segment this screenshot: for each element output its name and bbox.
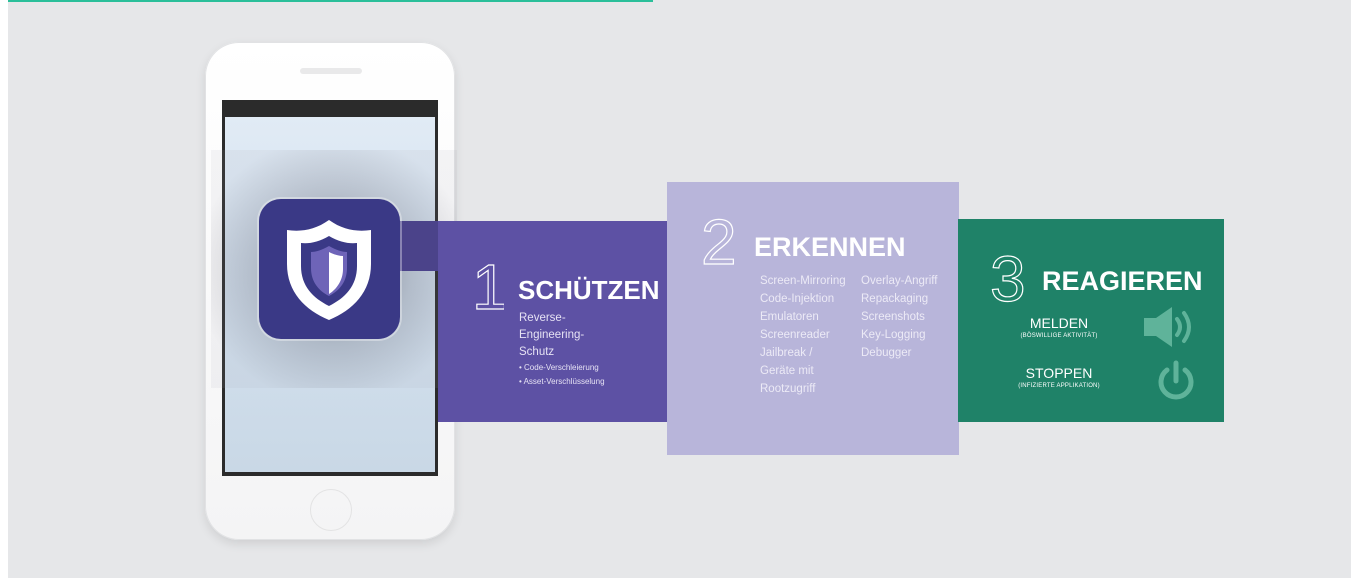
stop-sublabel: (INFIZIERTE APPLIKATION) bbox=[1018, 383, 1100, 389]
react-panel: 3 REAGIEREN MELDEN (BÖSWILLIGE AKTIVITÄT… bbox=[958, 219, 1224, 422]
detect-panel: 2 ERKENNEN Screen-Mirroring Code-Injekti… bbox=[667, 182, 959, 455]
protect-bullet: • Asset-Verschlüsselung bbox=[519, 377, 605, 386]
detect-item: Jailbreak / bbox=[760, 347, 813, 359]
protect-details: Reverse- Engineering- Schutz • Code-Vers… bbox=[519, 310, 634, 389]
report-action: MELDEN (BÖSWILLIGE AKTIVITÄT) bbox=[984, 315, 1134, 339]
power-icon bbox=[1158, 360, 1194, 400]
report-label: MELDEN bbox=[1029, 315, 1089, 331]
stop-label: STOPPEN bbox=[1025, 365, 1093, 381]
detect-item: Repackaging bbox=[861, 293, 929, 305]
phone-home-button bbox=[310, 489, 352, 531]
step-number-3: 3 bbox=[989, 245, 1026, 307]
protect-panel: 1 SCHÜTZEN Reverse- Engineering- Schutz … bbox=[438, 221, 670, 422]
app-icon bbox=[259, 199, 400, 339]
detect-item: Debugger bbox=[861, 347, 912, 359]
detect-list-left: Screen-Mirroring Code-Injektion Emulator… bbox=[760, 272, 860, 398]
detect-item: Screenshots bbox=[861, 311, 925, 323]
shield-icon bbox=[287, 220, 371, 320]
top-accent-line bbox=[8, 0, 653, 2]
detect-item: Screenreader bbox=[760, 329, 830, 341]
speaker-icon bbox=[1144, 307, 1191, 347]
report-sublabel: (BÖSWILLIGE AKTIVITÄT) bbox=[1020, 333, 1098, 339]
detect-list-right: Overlay-Angriff Repackaging Screenshots … bbox=[861, 272, 961, 362]
step-number-2: 2 bbox=[700, 208, 737, 270]
protect-line: Reverse- bbox=[519, 312, 566, 324]
stop-action: STOPPEN (INFIZIERTE APPLIKATION) bbox=[984, 365, 1134, 389]
detect-title: ERKENNEN bbox=[754, 232, 906, 262]
protect-title: SCHÜTZEN bbox=[518, 275, 660, 305]
step-number-1: 1 bbox=[471, 254, 504, 316]
detect-item: Code-Injektion bbox=[760, 293, 835, 305]
svg-text:2: 2 bbox=[701, 208, 737, 270]
detect-item: Key-Logging bbox=[861, 329, 926, 341]
detect-item: Geräte mit bbox=[760, 365, 814, 377]
protect-line: Schutz bbox=[519, 346, 555, 358]
detect-item: Rootzugriff bbox=[760, 383, 816, 395]
detect-item: Screen-Mirroring bbox=[760, 275, 846, 287]
protect-bullet: • Code-Verschleierung bbox=[519, 363, 599, 372]
protect-line: Engineering- bbox=[519, 329, 585, 341]
phone-speaker bbox=[300, 68, 362, 74]
detect-item: Emulatoren bbox=[760, 311, 819, 323]
react-title: REAGIEREN bbox=[1042, 266, 1203, 296]
svg-text:3: 3 bbox=[990, 245, 1026, 307]
detect-item: Overlay-Angriff bbox=[861, 275, 938, 287]
svg-text:1: 1 bbox=[472, 254, 504, 316]
